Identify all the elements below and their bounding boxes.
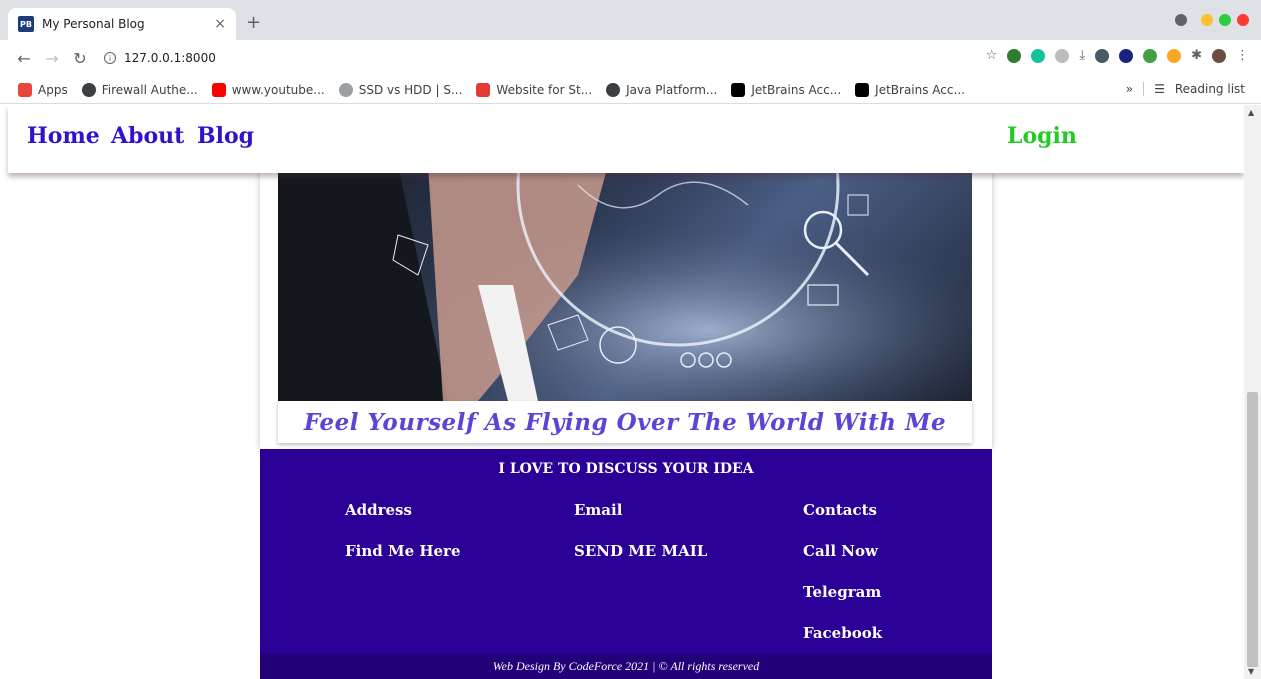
hero-caption: Feel Yourself As Flying Over The World W…	[303, 408, 947, 436]
extension-lock-icon[interactable]	[1119, 48, 1134, 63]
close-window-icon[interactable]	[1237, 14, 1249, 26]
extensions-area: ☆ ⤓ ✱ ⋮	[986, 48, 1249, 63]
reading-list-icon[interactable]: ☰	[1154, 82, 1165, 96]
site-navbar: Home About Blog Login	[8, 105, 1244, 173]
browser-toolbar: ← → ↻ i 127.0.0.1:8000 ☆ ⤓ ✱ ⋮	[0, 40, 1261, 76]
address-heading: Address	[345, 501, 412, 519]
bookmark-item[interactable]: JetBrains Acc...	[855, 82, 965, 97]
jetbrains-icon	[731, 82, 746, 97]
bookmark-star-icon[interactable]: ☆	[986, 48, 998, 63]
extension-gear-icon[interactable]	[1143, 48, 1158, 63]
maximize-icon[interactable]	[1219, 14, 1231, 26]
bookmarks-bar: Apps Firewall Authe... www.youtube... SS…	[0, 76, 1261, 104]
blog-favicon-icon: PB	[18, 16, 34, 32]
nav-home-link[interactable]: Home	[27, 123, 100, 149]
bookmark-item[interactable]: Java Platform...	[606, 82, 717, 97]
bookmark-item[interactable]: Apps	[18, 82, 68, 97]
contacts-heading: Contacts	[803, 501, 878, 519]
w-logo-icon	[476, 82, 491, 97]
page-viewport: Home About Blog Login Feel Yourself As F…	[0, 105, 1244, 679]
profile-avatar-icon[interactable]	[1212, 48, 1226, 63]
tab-strip: PB My Personal Blog × +	[0, 0, 1261, 40]
bookmark-item[interactable]: JetBrains Acc...	[731, 82, 841, 97]
youtube-icon	[211, 82, 226, 97]
close-tab-icon[interactable]: ×	[214, 16, 226, 32]
extension-badge-icon[interactable]	[1167, 48, 1182, 63]
divider	[1143, 82, 1145, 96]
scroll-down-icon[interactable]: ▼	[1248, 667, 1254, 676]
menu-kebab-icon[interactable]: ⋮	[1236, 48, 1249, 63]
find-me-here-link[interactable]: Find Me Here	[345, 542, 461, 560]
browser-tab[interactable]: PB My Personal Blog ×	[8, 8, 236, 40]
site-icon	[338, 82, 353, 97]
extension-globe-icon[interactable]	[1055, 48, 1070, 63]
world-data-illustration	[278, 165, 972, 401]
extensions-puzzle-icon[interactable]: ✱	[1191, 48, 1202, 63]
footer-title: I LOVE TO DISCUSS YOUR IDEA	[498, 461, 754, 477]
download-icon[interactable]: ⤓	[1079, 48, 1085, 63]
hero-image	[278, 165, 972, 401]
new-tab-button[interactable]: +	[246, 12, 261, 33]
scrollbar-thumb[interactable]	[1247, 392, 1258, 667]
apps-grid-icon	[18, 82, 32, 97]
nav-blog-link[interactable]: Blog	[197, 123, 254, 149]
globe-icon	[81, 82, 96, 97]
url-text: 127.0.0.1:8000	[124, 51, 216, 65]
reading-list-button[interactable]: Reading list	[1175, 82, 1245, 96]
telegram-link[interactable]: Telegram	[803, 583, 881, 601]
extension-shield-icon[interactable]	[1007, 48, 1022, 63]
tab-title: My Personal Blog	[42, 17, 145, 31]
minimize-icon[interactable]	[1201, 14, 1213, 26]
call-now-link[interactable]: Call Now	[803, 542, 878, 560]
info-icon[interactable]: i	[104, 52, 116, 64]
window-controls	[1175, 14, 1249, 26]
bookmark-item[interactable]: Firewall Authe...	[81, 82, 198, 97]
globe-icon	[606, 82, 621, 97]
site-footer: I LOVE TO DISCUSS YOUR IDEA Address Find…	[260, 449, 992, 679]
nav-about-link[interactable]: About	[111, 123, 184, 149]
jetbrains-icon	[855, 82, 870, 97]
email-heading: Email	[574, 501, 623, 519]
reload-icon[interactable]: ↻	[66, 49, 94, 68]
login-link[interactable]: Login	[1007, 123, 1077, 149]
forward-arrow-icon[interactable]: →	[38, 49, 66, 68]
bookmark-item[interactable]: SSD vs HDD | S...	[338, 82, 462, 97]
copyright-text: Web Design By CodeForce 2021 | © All rig…	[260, 654, 992, 679]
address-bar[interactable]: i 127.0.0.1:8000	[104, 51, 216, 65]
hero-caption-box: Feel Yourself As Flying Over The World W…	[278, 401, 972, 443]
back-arrow-icon[interactable]: ←	[10, 49, 38, 68]
bookmark-item[interactable]: Website for St...	[476, 82, 592, 97]
send-me-mail-link[interactable]: SEND ME MAIL	[574, 542, 707, 560]
facebook-link[interactable]: Facebook	[803, 624, 882, 642]
extension-mask-icon[interactable]	[1095, 48, 1110, 63]
scroll-up-icon[interactable]: ▲	[1248, 108, 1254, 117]
page-scrollbar[interactable]: ▲ ▼	[1244, 105, 1261, 679]
hero-card: Feel Yourself As Flying Over The World W…	[260, 165, 992, 449]
grammarly-icon[interactable]	[1031, 48, 1046, 63]
media-icon[interactable]	[1175, 14, 1187, 26]
bookmarks-right: » ☰ Reading list	[1126, 82, 1245, 96]
bookmark-item[interactable]: www.youtube...	[211, 82, 325, 97]
more-bookmarks-icon[interactable]: »	[1126, 82, 1133, 96]
